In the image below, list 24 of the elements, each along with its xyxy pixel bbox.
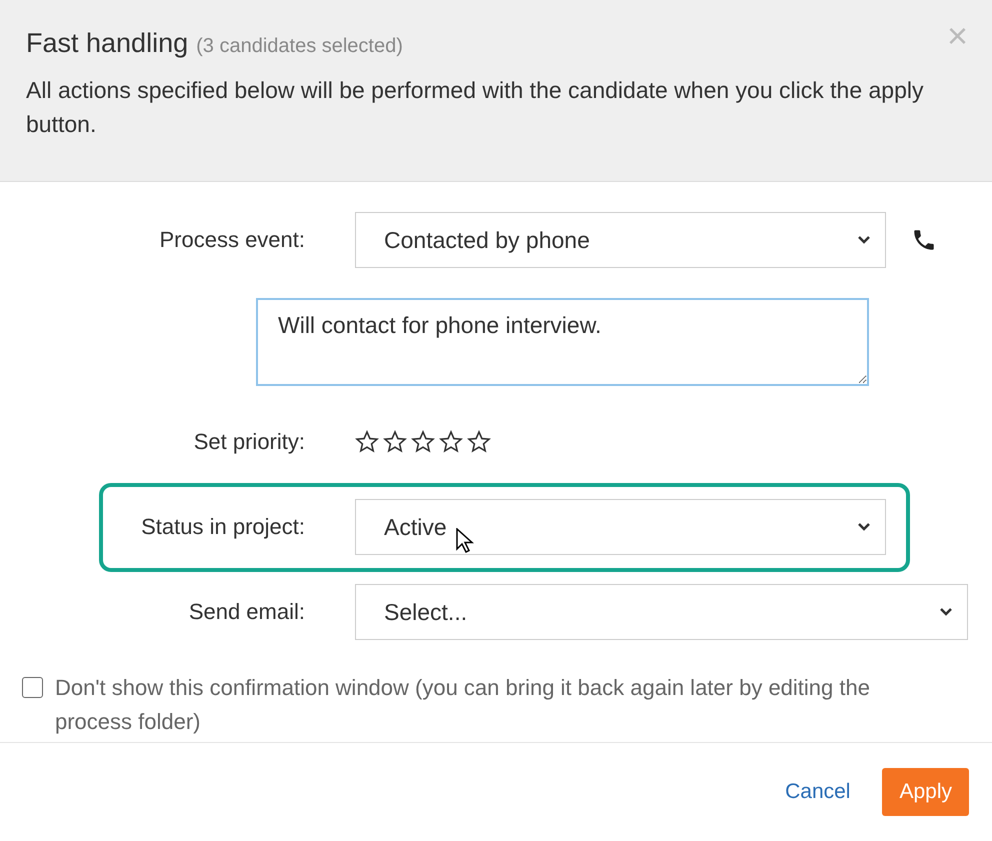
star-icon[interactable] — [383, 430, 407, 454]
cancel-link[interactable]: Cancel — [785, 780, 850, 804]
field-label: Set priority: — [192, 429, 305, 455]
caret-icon — [939, 607, 953, 617]
cursor-icon — [456, 528, 474, 554]
selection-count: (3 candidates selected) — [196, 35, 403, 58]
field-label: Send email: — [188, 599, 305, 625]
field-label: Process event: — [158, 227, 305, 253]
dropdown[interactable]: Contacted by phone — [355, 212, 886, 268]
star-icon[interactable] — [439, 430, 463, 454]
comment-field[interactable]: Will contact for phone interview. — [256, 298, 869, 386]
caret-icon — [857, 235, 871, 245]
star-icon[interactable] — [467, 430, 491, 454]
field-label: Status in project: — [140, 514, 305, 540]
star-icon[interactable] — [411, 430, 435, 454]
dropdown[interactable]: Active — [355, 499, 886, 555]
dialog-description: All actions specified below will be performed with the candidate when you click the apply button. — [26, 76, 924, 139]
dialog-title: Fast handling — [26, 28, 188, 59]
caret-icon — [857, 522, 871, 532]
checkbox[interactable] — [22, 677, 43, 698]
priority-stars[interactable] — [355, 430, 491, 454]
checkbox-label: Don't show this confirmation window (you can bring it back again later by editing the process folder) — [55, 674, 871, 736]
star-icon[interactable] — [355, 430, 379, 454]
dropdown[interactable]: Select... — [355, 584, 968, 640]
